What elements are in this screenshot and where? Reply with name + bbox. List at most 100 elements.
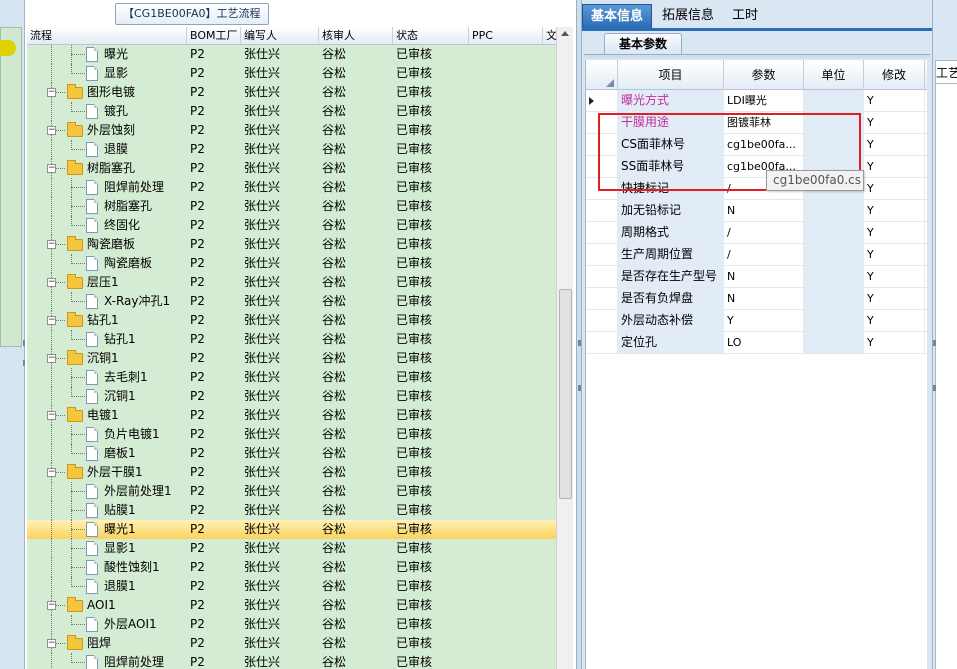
column-header-flow[interactable]: 流程 [27,27,187,45]
grid-row[interactable]: 周期格式 / Y [586,222,927,244]
tree-node-cell[interactable]: 阻焊前处理 [27,653,187,669]
column-header-reviewer[interactable]: 核审人 [319,27,393,45]
param-cell[interactable]: N [724,288,804,309]
unit-cell[interactable] [804,288,864,309]
splitter-grip-icon[interactable] [933,340,936,346]
unit-cell[interactable] [804,222,864,243]
tree-step-row[interactable]: 退膜1 P2 张仕兴 谷松 已审核 [27,577,557,596]
tree-node-cell[interactable]: 外层AOI1 [27,615,187,634]
tree-node-cell[interactable]: 陶瓷磨板 [27,254,187,273]
tab-process[interactable]: 工艺 [935,60,957,84]
tree-group-row[interactable]: − 阻焊 P2 张仕兴 谷松 已审核 [27,634,557,653]
tree-node-cell[interactable]: 退膜1 [27,577,187,596]
tree-node-cell[interactable]: − 钻孔1 [27,311,187,330]
tree-node-cell[interactable]: 贴膜1 [27,501,187,520]
collapse-toggle-icon[interactable]: − [47,126,56,135]
param-cell[interactable]: / [724,244,804,265]
tree-step-row[interactable]: 酸性蚀刻1 P2 张仕兴 谷松 已审核 [27,558,557,577]
tree-node-cell[interactable]: 镀孔 [27,102,187,121]
param-cell[interactable]: LO [724,332,804,353]
tree-step-row[interactable]: 显影 P2 张仕兴 谷松 已审核 [27,64,557,83]
tree-step-row[interactable]: 沉铜1 P2 张仕兴 谷松 已审核 [27,387,557,406]
row-selector[interactable] [586,90,618,111]
tree-node-cell[interactable]: 负片电镀1 [27,425,187,444]
tree-group-row[interactable]: − 电镀1 P2 张仕兴 谷松 已审核 [27,406,557,425]
param-cell[interactable]: / [724,222,804,243]
tree-step-row[interactable]: 钻孔1 P2 张仕兴 谷松 已审核 [27,330,557,349]
row-selector[interactable] [586,266,618,287]
column-header-unit[interactable]: 单位 [804,60,864,90]
tree-step-row[interactable]: 贴膜1 P2 张仕兴 谷松 已审核 [27,501,557,520]
grid-row[interactable]: 加无铅标记 N Y [586,200,927,222]
collapse-toggle-icon[interactable]: − [47,411,56,420]
tree-group-row[interactable]: − 陶瓷磨板 P2 张仕兴 谷松 已审核 [27,235,557,254]
scroll-up-icon[interactable] [561,31,569,36]
tree-node-cell[interactable]: − 沉铜1 [27,349,187,368]
param-cell[interactable]: N [724,266,804,287]
tree-node-cell[interactable]: 显影 [27,64,187,83]
tree-group-row[interactable]: − 图形电镀 P2 张仕兴 谷松 已审核 [27,83,557,102]
splitter-grip-icon[interactable] [578,340,581,346]
tree-scrollbar[interactable] [556,27,573,669]
param-cell[interactable]: Y [724,310,804,331]
grid-corner-icon[interactable] [586,60,618,90]
tree-step-row[interactable]: 镀孔 P2 张仕兴 谷松 已审核 [27,102,557,121]
tree-group-row[interactable]: − AOI1 P2 张仕兴 谷松 已审核 [27,596,557,615]
column-header-author[interactable]: 编写人 [241,27,319,45]
row-selector[interactable] [586,288,618,309]
tree-group-row[interactable]: − 层压1 P2 张仕兴 谷松 已审核 [27,273,557,292]
grid-row[interactable]: 外层动态补偿 Y Y [586,310,927,332]
collapse-toggle-icon[interactable]: − [47,164,56,173]
tree-step-row[interactable]: 树脂塞孔 P2 张仕兴 谷松 已审核 [27,197,557,216]
row-selector[interactable] [586,244,618,265]
tree-node-cell[interactable]: 树脂塞孔 [27,197,187,216]
tree-node-cell[interactable]: 钻孔1 [27,330,187,349]
tree-node-cell[interactable]: X-Ray冲孔1 [27,292,187,311]
tree-group-row[interactable]: − 树脂塞孔 P2 张仕兴 谷松 已审核 [27,159,557,178]
tree-step-row[interactable]: 曝光1 P2 张仕兴 谷松 已审核 [27,520,557,539]
column-header-param[interactable]: 参数 [724,60,804,90]
tree-node-cell[interactable]: − 陶瓷磨板 [27,235,187,254]
tree-node-cell[interactable]: − 外层蚀刻 [27,121,187,140]
tree-step-row[interactable]: 负片电镀1 P2 张仕兴 谷松 已审核 [27,425,557,444]
param-cell[interactable]: N [724,200,804,221]
tree-node-cell[interactable]: − 外层干膜1 [27,463,187,482]
tree-node-cell[interactable]: 磨板1 [27,444,187,463]
tree-node-cell[interactable]: 沉铜1 [27,387,187,406]
grid-row[interactable]: 生产周期位置 / Y [586,244,927,266]
row-selector[interactable] [586,332,618,353]
tree-group-row[interactable]: − 外层干膜1 P2 张仕兴 谷松 已审核 [27,463,557,482]
tree-node-cell[interactable]: 显影1 [27,539,187,558]
unit-cell[interactable] [804,90,864,111]
tree-step-row[interactable]: 外层前处理1 P2 张仕兴 谷松 已审核 [27,482,557,501]
tree-node-cell[interactable]: − 树脂塞孔 [27,159,187,178]
column-header-ppc[interactable]: PPC [469,27,543,45]
tree-node-cell[interactable]: 退膜 [27,140,187,159]
column-header-item[interactable]: 项目 [618,60,724,90]
grid-row[interactable]: 曝光方式 LDI曝光 Y [586,90,927,112]
row-selector[interactable] [586,222,618,243]
tree-step-row[interactable]: 曝光 P2 张仕兴 谷松 已审核 [27,45,557,64]
tree-node-cell[interactable]: − 阻焊 [27,634,187,653]
tree-node-cell[interactable]: − 图形电镀 [27,83,187,102]
tree-node-cell[interactable]: 曝光 [27,45,187,64]
collapse-toggle-icon[interactable]: − [47,316,56,325]
scrollbar-thumb[interactable] [559,289,572,499]
tab-extended-info[interactable]: 拓展信息 [654,4,722,28]
tree-node-cell[interactable]: − 电镀1 [27,406,187,425]
collapse-toggle-icon[interactable]: − [47,639,56,648]
tree-step-row[interactable]: 去毛刺1 P2 张仕兴 谷松 已审核 [27,368,557,387]
tree-step-row[interactable]: 显影1 P2 张仕兴 谷松 已审核 [27,539,557,558]
collapse-toggle-icon[interactable]: − [47,601,56,610]
tree-step-row[interactable]: 阻焊前处理 P2 张仕兴 谷松 已审核 [27,653,557,669]
tab-basic-info[interactable]: 基本信息 [582,4,653,28]
grid-row[interactable]: 是否有负焊盘 N Y [586,288,927,310]
tree-step-row[interactable]: 磨板1 P2 张仕兴 谷松 已审核 [27,444,557,463]
splitter-grip-icon[interactable] [578,385,581,391]
tree-node-cell[interactable]: 曝光1 [27,520,187,539]
column-header-modify[interactable]: 修改 [864,60,925,90]
collapse-toggle-icon[interactable]: − [47,88,56,97]
tree-step-row[interactable]: X-Ray冲孔1 P2 张仕兴 谷松 已审核 [27,292,557,311]
column-header-bom[interactable]: BOM工厂 [187,27,241,45]
unit-cell[interactable] [804,266,864,287]
